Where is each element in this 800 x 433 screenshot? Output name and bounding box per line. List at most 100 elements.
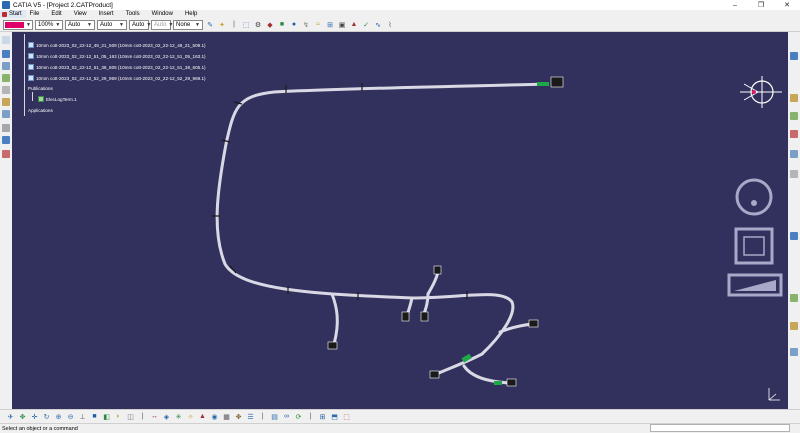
- menu-insert[interactable]: Insert: [99, 11, 114, 17]
- compass-reset-icon[interactable]: ✥: [234, 412, 243, 421]
- separator-icon: |: [261, 413, 264, 420]
- device-icon[interactable]: [2, 98, 10, 106]
- bundle-icon[interactable]: [790, 94, 798, 102]
- connector-icon[interactable]: ▲: [349, 20, 359, 30]
- line-thickness-combo[interactable]: Auto ▼: [65, 19, 95, 30]
- export-icon[interactable]: [790, 348, 798, 356]
- line-type-combo[interactable]: Auto ▼: [97, 19, 127, 30]
- measure-icon[interactable]: ⊞: [325, 20, 335, 30]
- route-icon[interactable]: ↯: [301, 20, 311, 30]
- connector: [401, 311, 410, 322]
- menu-edit[interactable]: Edit: [51, 11, 61, 17]
- view-navigation-panel[interactable]: [724, 177, 784, 317]
- compass-widget[interactable]: [734, 64, 788, 120]
- equipment-icon[interactable]: [2, 110, 10, 118]
- point-type-combo[interactable]: Auto ▼: [129, 19, 151, 30]
- menu-help[interactable]: Help: [185, 11, 197, 17]
- separator-icon: |: [141, 413, 144, 420]
- section-icon[interactable]: ◈: [162, 412, 171, 421]
- layer-combo[interactable]: None ▼: [173, 19, 203, 30]
- support-icon[interactable]: ▣: [337, 20, 347, 30]
- component-icon[interactable]: [2, 86, 10, 94]
- point-type-value: Auto: [132, 21, 145, 28]
- transparency-combo[interactable]: 100% ▼: [35, 19, 63, 30]
- catalog-browser-icon[interactable]: ▤: [270, 412, 279, 421]
- connector: [506, 378, 517, 387]
- normal-view-icon[interactable]: ⊥: [78, 412, 87, 421]
- layer-filter-icon[interactable]: ☰: [246, 412, 255, 421]
- line-thickness-value: Auto: [68, 21, 81, 28]
- menu-view[interactable]: View: [74, 11, 87, 17]
- select-icon[interactable]: ⬚: [241, 20, 251, 30]
- flatten-icon[interactable]: [790, 294, 798, 302]
- left-toolbar: [0, 32, 12, 409]
- zoom-in-icon[interactable]: ⊕: [54, 412, 63, 421]
- cable-icon[interactable]: [2, 124, 10, 132]
- snapshot-icon[interactable]: ▲: [198, 412, 207, 421]
- local-slack-icon[interactable]: ⌇: [385, 20, 395, 30]
- menu-tools[interactable]: Tools: [126, 11, 140, 17]
- camera-icon[interactable]: ◉: [210, 412, 219, 421]
- geometry-icon[interactable]: [2, 74, 10, 82]
- connector: [528, 319, 539, 328]
- catalog-icon[interactable]: [2, 36, 10, 44]
- part-icon[interactable]: [2, 62, 10, 70]
- clash-icon[interactable]: ✳: [174, 412, 183, 421]
- chevron-down-icon: ▼: [195, 21, 200, 28]
- analyze-icon[interactable]: [790, 232, 798, 240]
- export-data-icon[interactable]: ⬒: [330, 412, 339, 421]
- connector: [550, 76, 564, 88]
- wire-icon[interactable]: ∿: [373, 20, 383, 30]
- publish-icon[interactable]: ⬚: [342, 412, 351, 421]
- axis-indicator-icon: [768, 388, 780, 401]
- harness-tool-icon[interactable]: ⚙: [253, 20, 263, 30]
- check-icon[interactable]: ✓: [361, 20, 371, 30]
- 3d-viewport[interactable]: 10mm cott-2023_02_22-12_49_21_509 (10mm …: [12, 32, 788, 409]
- start-menu-button[interactable]: Start: [0, 10, 26, 18]
- annotation-icon[interactable]: ✧: [186, 412, 195, 421]
- bundle-segment-icon[interactable]: ◆: [265, 20, 275, 30]
- status-prompt: Select an object or a command: [2, 425, 78, 432]
- transparency-value: 100%: [38, 21, 54, 28]
- properties-icon[interactable]: ✦: [217, 20, 227, 30]
- separator-icon: |: [233, 21, 235, 28]
- close-button[interactable]: ✕: [774, 0, 800, 10]
- protection-tool-icon[interactable]: [790, 130, 798, 138]
- branch-tool-icon[interactable]: [790, 170, 798, 178]
- menu-window[interactable]: Window: [152, 11, 173, 17]
- zoom-out-icon[interactable]: ⊖: [66, 412, 75, 421]
- link-icon[interactable]: ∞: [282, 412, 291, 421]
- restore-button[interactable]: ❐: [748, 0, 774, 10]
- flexible-icon[interactable]: ≈: [313, 20, 323, 30]
- ruler-icon[interactable]: ▦: [222, 412, 231, 421]
- fit-all-icon[interactable]: ✥: [18, 412, 27, 421]
- chevron-down-icon: ▼: [119, 21, 124, 28]
- swap-space-icon[interactable]: ◫: [126, 412, 135, 421]
- protection-icon[interactable]: ■: [277, 20, 287, 30]
- painter-icon[interactable]: ✎: [205, 20, 215, 30]
- branch-segment: [432, 352, 484, 377]
- table-icon[interactable]: ⊞: [318, 412, 327, 421]
- menu-file[interactable]: File: [30, 11, 40, 17]
- branch-segment: [426, 270, 440, 296]
- slack-icon[interactable]: [790, 322, 798, 330]
- branch-point-icon[interactable]: ●: [289, 20, 299, 30]
- color-selector[interactable]: ▼: [3, 19, 33, 30]
- rotate-icon[interactable]: ↻: [42, 412, 51, 421]
- measure-between-icon[interactable]: ↔: [150, 412, 159, 421]
- minimize-button[interactable]: –: [722, 0, 748, 10]
- support-tool-icon[interactable]: [790, 150, 798, 158]
- shell-icon[interactable]: [2, 150, 10, 158]
- pan-icon[interactable]: ✛: [30, 412, 39, 421]
- update-icon[interactable]: ⟳: [294, 412, 303, 421]
- hide-show-icon[interactable]: ◐: [114, 412, 123, 421]
- wire-harness-icon[interactable]: [790, 52, 798, 60]
- iso-view-icon[interactable]: ■: [90, 412, 99, 421]
- route-def-icon[interactable]: [790, 112, 798, 120]
- layer-auto-combo: Auto ▼: [151, 19, 173, 30]
- product-icon[interactable]: [2, 50, 10, 58]
- shading-icon[interactable]: ◧: [102, 412, 111, 421]
- fly-icon[interactable]: ✈: [6, 412, 15, 421]
- harness-icon[interactable]: [2, 136, 10, 144]
- command-input[interactable]: [650, 424, 790, 432]
